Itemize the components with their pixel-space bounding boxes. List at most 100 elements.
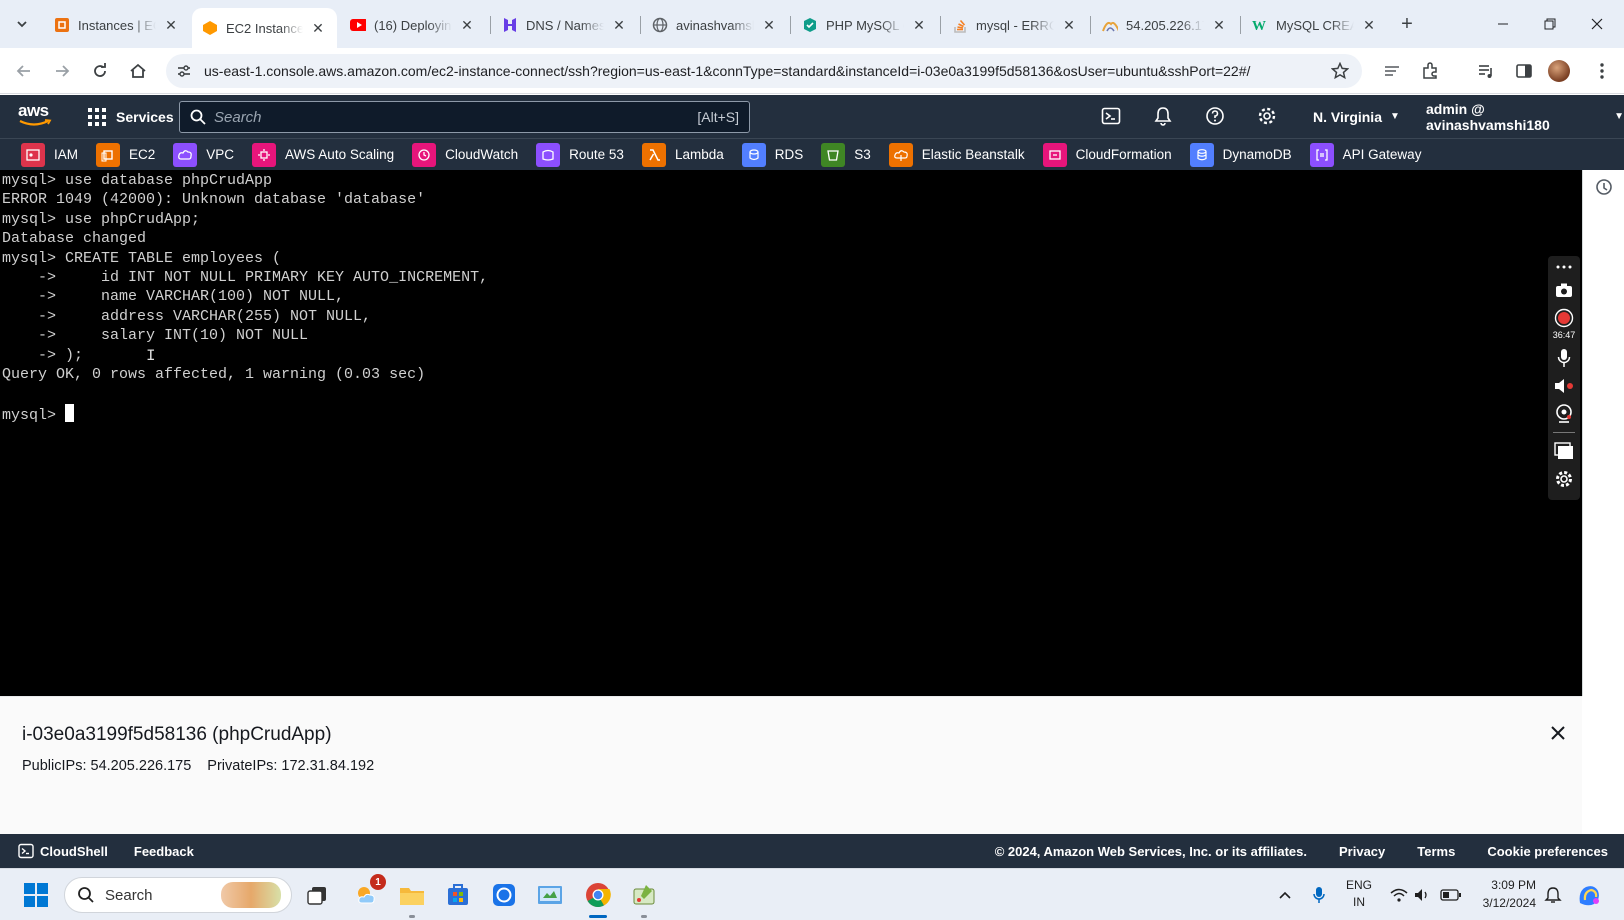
microsoft-store-icon[interactable]	[441, 878, 475, 912]
tab-dns-nameservers[interactable]: DNS / Nameservers ✕	[492, 8, 638, 42]
tab-instances-ec2[interactable]: Instances | EC2 ✕	[44, 8, 190, 42]
close-tab-icon[interactable]: ✕	[610, 16, 628, 34]
record-icon[interactable]	[1552, 306, 1576, 330]
screen-area-icon[interactable]	[1552, 439, 1576, 463]
copilot-icon[interactable]	[1576, 869, 1602, 920]
chrome-icon[interactable]	[581, 878, 615, 918]
forward-button[interactable]	[48, 57, 76, 85]
favorite-route53[interactable]: Route 53	[536, 142, 624, 167]
search-icon	[190, 109, 206, 125]
tab-phpmyadmin[interactable]: 54.205.226.175 ✕	[1092, 8, 1238, 42]
close-window-button[interactable]	[1574, 0, 1620, 48]
system-clock[interactable]: 3:09 PM 3/12/2024	[1476, 876, 1536, 912]
terminal-line: mysql> CREATE TABLE employees (	[2, 249, 282, 267]
new-tab-button[interactable]: +	[1395, 12, 1419, 36]
close-tab-icon[interactable]: ✕	[1360, 16, 1378, 34]
close-tab-icon[interactable]: ✕	[1210, 16, 1228, 34]
arrow-right-icon	[56, 65, 70, 77]
bookmark-star-icon[interactable]	[1326, 57, 1354, 85]
favorite-lambda[interactable]: Lambda	[641, 142, 724, 167]
camera-icon[interactable]	[1552, 278, 1576, 302]
favorite-s3[interactable]: S3	[821, 142, 871, 167]
favorite-api-gateway[interactable]: API Gateway	[1309, 142, 1421, 167]
settings-gear-icon[interactable]	[1254, 103, 1280, 129]
microphone-tray-icon[interactable]	[1312, 869, 1326, 920]
windows-taskbar: Search 1 ENG IN 3:09 PM 3/12/2024	[0, 868, 1624, 920]
address-bar[interactable]: us-east-1.console.aws.amazon.com/ec2-ins…	[166, 54, 1362, 88]
aws-logo[interactable]: aws	[18, 102, 54, 129]
ssh-terminal[interactable]: mysql> use database phpCrudApp ERROR 104…	[0, 170, 1582, 696]
tab-youtube[interactable]: (16) Deploying ✕	[340, 8, 486, 42]
tab-mysql-error[interactable]: mysql - ERROR ✕	[942, 8, 1088, 42]
back-button[interactable]	[10, 57, 38, 85]
notifications-icon[interactable]	[1544, 869, 1562, 920]
close-tab-icon[interactable]: ✕	[162, 16, 180, 34]
close-tab-icon[interactable]: ✕	[760, 16, 778, 34]
windows-start-icon[interactable]	[24, 883, 48, 907]
media-controls-icon[interactable]	[1472, 57, 1500, 85]
volume-icon[interactable]	[1414, 869, 1430, 920]
site-info-icon[interactable]	[170, 57, 198, 85]
tab-search-button[interactable]	[8, 10, 36, 38]
services-menu[interactable]: Services	[88, 95, 174, 138]
minimize-button[interactable]	[1480, 0, 1526, 48]
close-tab-icon[interactable]: ✕	[1060, 16, 1078, 34]
favorite-auto-scaling[interactable]: AWS Auto Scaling	[252, 142, 394, 167]
privacy-link[interactable]: Privacy	[1339, 844, 1385, 859]
tab-avinashvamshi[interactable]: avinashvamshi ✕	[642, 8, 788, 42]
terms-link[interactable]: Terms	[1417, 844, 1455, 859]
favorite-cloudwatch[interactable]: CloudWatch	[412, 142, 518, 167]
reload-button[interactable]	[86, 57, 114, 85]
profile-avatar[interactable]	[1548, 60, 1570, 82]
home-button[interactable]	[124, 57, 152, 85]
file-explorer-icon[interactable]	[395, 878, 429, 918]
task-view-icon[interactable]	[300, 878, 334, 912]
tab-mysql-create[interactable]: W MySQL CREATE ✕	[1242, 8, 1388, 42]
close-tab-icon[interactable]: ✕	[458, 16, 476, 34]
tab-ec2-instance-connect[interactable]: EC2 Instance Connect ✕	[192, 8, 337, 48]
chrome-menu-icon[interactable]	[1588, 57, 1616, 85]
notifications-bell-icon[interactable]	[1150, 103, 1176, 129]
grid-icon	[88, 107, 106, 126]
wifi-icon[interactable]	[1390, 869, 1408, 920]
close-panel-button[interactable]	[1546, 721, 1570, 745]
aws-search-input[interactable]: Search [Alt+S]	[179, 101, 750, 133]
cloudshell-icon[interactable]	[1098, 103, 1124, 129]
reading-list-icon[interactable]	[1378, 57, 1406, 85]
input-language-indicator[interactable]: ENG IN	[1346, 877, 1372, 911]
paint-app-icon[interactable]	[627, 878, 661, 918]
microphone-icon[interactable]	[1552, 346, 1576, 370]
favorite-rds[interactable]: RDS	[741, 142, 803, 167]
show-hidden-icons-chevron-up-icon[interactable]	[1278, 869, 1292, 920]
weather-widget-icon[interactable]: 1	[350, 874, 386, 912]
side-panel-icon[interactable]	[1510, 57, 1538, 85]
tab-php-mysql[interactable]: PHP MySQL CRUD ✕	[792, 8, 938, 42]
extensions-icon[interactable]	[1416, 57, 1444, 85]
cookie-preferences-link[interactable]: Cookie preferences	[1487, 844, 1608, 859]
favorite-elastic-beanstalk[interactable]: Elastic Beanstalk	[888, 142, 1025, 167]
favorite-iam[interactable]: IAM	[21, 142, 78, 167]
favorite-ec2[interactable]: EC2	[96, 142, 155, 167]
close-tab-icon[interactable]: ✕	[309, 19, 327, 37]
instance-info-icon[interactable]	[1595, 178, 1613, 196]
speaker-icon[interactable]	[1552, 374, 1576, 398]
feedback-link[interactable]: Feedback	[134, 844, 194, 859]
favorite-label: DynamoDB	[1222, 147, 1292, 162]
recorder-settings-gear-icon[interactable]	[1552, 467, 1576, 491]
favorite-vpc[interactable]: VPC	[173, 142, 234, 167]
control-panel-icon[interactable]	[533, 878, 567, 912]
favorite-cloudformation[interactable]: CloudFormation	[1042, 142, 1172, 167]
cloudshell-link[interactable]: CloudShell	[18, 843, 108, 859]
favorite-dynamodb[interactable]: DynamoDB	[1189, 142, 1292, 167]
battery-icon[interactable]	[1440, 869, 1462, 920]
account-menu[interactable]: admin @ avinashvamshi180 ▼	[1426, 95, 1624, 138]
more-options-icon[interactable]	[1552, 260, 1576, 274]
taskbar-search[interactable]: Search	[64, 877, 292, 913]
close-tab-icon[interactable]: ✕	[910, 16, 928, 34]
region-selector[interactable]: N. Virginia ▼	[1313, 95, 1400, 138]
iam-icon	[21, 142, 45, 167]
zoom-app-icon[interactable]	[487, 878, 521, 912]
help-icon[interactable]	[1202, 103, 1228, 129]
restore-button[interactable]	[1527, 0, 1573, 48]
webcam-icon[interactable]	[1552, 402, 1576, 426]
